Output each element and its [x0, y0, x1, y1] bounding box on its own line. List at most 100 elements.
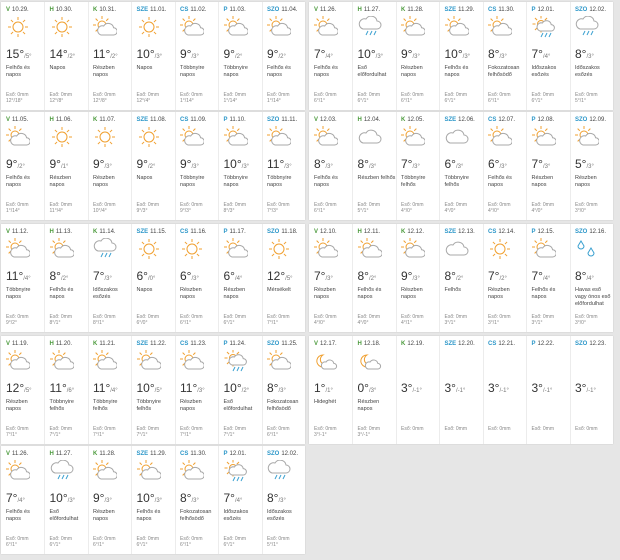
day-date: CS 12.14. [488, 229, 515, 235]
day-forecast-cell[interactable]: H 11.13. 8°/2° Felhős és napos Eső: 0mm 8… [45, 224, 89, 332]
day-forecast-cell[interactable]: H 12.04. 8°/3° Részben felhős Eső: 0mm 5°… [353, 112, 397, 220]
temperature: 10°/3° [224, 155, 250, 173]
high-temp: 10° [223, 381, 242, 395]
day-date: K 11.07. [93, 117, 116, 123]
day-forecast-cell[interactable]: H 10.30. 14°/2° Napos Eső: 0mm 12°/8° [45, 2, 89, 110]
day-forecast-cell[interactable]: SZO 11.04. 9°/2° Felhős és napos Eső: 0mm… [262, 2, 305, 110]
day-forecast-cell[interactable]: H 11.27. 10°/3° Eső előfordulhat Eső: 0mm… [353, 2, 397, 110]
date-label: 12.02. [281, 451, 299, 457]
day-forecast-cell[interactable]: P 12.22. 3°/-1° Eső: 0mm [527, 336, 571, 444]
day-forecast-cell[interactable]: SZE 11.29. 10°/3° Felhős és napos Eső: 0m… [440, 2, 484, 110]
day-forecast-cell[interactable]: V 11.12. 11°/4° Többnyire napos Eső: 0mm … [1, 224, 45, 332]
high-temp: 5° [575, 157, 587, 171]
low-temp: /3° [586, 54, 594, 60]
day-date: SZO 12.02. [575, 7, 606, 13]
day-forecast-cell[interactable]: P 11.03. 9°/2° Többnyire napos Eső: 0mm 1… [219, 2, 263, 110]
temp-range: 7°/1° [136, 432, 148, 438]
low-temp: /2° [455, 276, 464, 282]
low-temp: /3° [586, 164, 594, 170]
day-forecast-cell[interactable]: H 12.18. 0°/3° Részben napos Eső: 0mm 3°/… [353, 336, 397, 444]
forecast-week-panel: V 12.17. 1°/1° Hideghét Eső: 0mm 3°/-1° H… [309, 336, 613, 444]
forecast-week-panel: V 11.19. 12°/5° Részben napos Eső: 0mm 7°… [1, 336, 305, 444]
day-forecast-cell[interactable]: SZE 11.29. 10°/3° Felhős és napos Eső: 0m… [132, 446, 176, 554]
temp-range: 6°/1° [223, 542, 235, 548]
day-forecast-cell[interactable]: V 11.05. 9°/2° Felhős és napos Eső: 0mm 1… [1, 112, 45, 220]
date-label: 11.28. [407, 7, 424, 13]
date-label: 11.06. [55, 117, 73, 123]
empty-icon [575, 350, 599, 372]
day-forecast-cell[interactable]: H 11.06. 9°/1° Részben napos Eső: 0mm 11°… [45, 112, 89, 220]
weather-description: Időszakos esőzés [575, 65, 600, 78]
date-label: 12.15. [537, 229, 555, 235]
day-forecast-cell[interactable]: SZE 11.01. 10°/3° Napos Eső: 0mm 12°/4° [132, 2, 176, 110]
day-forecast-cell[interactable]: V 11.26. 7°/4° Felhős és napos Eső: 0mm 6… [309, 2, 353, 110]
day-forecast-cell[interactable]: CS 12.21. 3°/-1° Eső: 0mm [483, 336, 527, 444]
day-forecast-cell[interactable]: SZO 12.23. 3°/-1° Eső: 0mm [570, 336, 613, 444]
day-forecast-cell[interactable]: CS 11.02. 9°/3° Többnyire napos Eső: 0mm … [175, 2, 219, 110]
day-forecast-cell[interactable]: P 11.24. 10°/2° Eső előfordulhat Eső: 0mm… [219, 336, 263, 444]
date-label: 12.13. [458, 229, 475, 235]
weather-description: Felhős és napos [267, 65, 291, 78]
temperature: 1°/1° [314, 379, 333, 397]
day-forecast-cell[interactable]: V 12.17. 1°/1° Hideghét Eső: 0mm 3°/-1° [309, 336, 353, 444]
day-forecast-cell[interactable]: K 11.28. 9°/3° Részben napos Eső: 0mm 6°/… [396, 2, 440, 110]
day-date: SZO 12.09. [575, 117, 606, 123]
day-forecast-cell[interactable]: SZO 11.11. 11°/3° Többnyire napos Eső: 0m… [262, 112, 305, 220]
day-forecast-cell[interactable]: K 12.05. 7°/3° Többnyire felhős Eső: 0mm … [396, 112, 440, 220]
day-forecast-cell[interactable]: SZO 12.02. 8°/3° Időszakos esőzés Eső: 0m… [570, 2, 613, 110]
day-forecast-cell[interactable]: V 11.19. 12°/5° Részben napos Eső: 0mm 7°… [1, 336, 45, 444]
day-forecast-cell[interactable]: CS 11.16. 6°/3° Részben napos Eső: 0mm 6°… [175, 224, 219, 332]
day-forecast-cell[interactable]: SZO 12.02. 8°/3° Időszakos esőzés Eső: 0m… [262, 446, 305, 554]
day-forecast-cell[interactable]: SZE 11.15. 6°/0° Napos Eső: 0mm 6°/0° [132, 224, 176, 332]
day-forecast-cell[interactable]: SZE 12.06. 6°/3° Többnyire felhős Eső: 0m… [440, 112, 484, 220]
day-forecast-cell[interactable]: H 11.27. 10°/3° Eső előfordulhat Eső: 0mm… [45, 446, 89, 554]
day-forecast-cell[interactable]: SZE 12.20. 3°/-1° Eső: 0mm [440, 336, 484, 444]
day-forecast-cell[interactable]: SZO 11.25. 8°/3° Fokozatosan felhősödő Es… [262, 336, 305, 444]
day-forecast-cell[interactable]: P 11.10. 10°/3° Többnyire napos Eső: 0mm … [219, 112, 263, 220]
temperature: 9°/3° [401, 267, 420, 285]
partly-weather-icon [488, 126, 513, 148]
day-forecast-cell[interactable]: K 11.28. 9°/3° Részben napos Eső: 0mm 6°/… [88, 446, 132, 554]
day-forecast-cell[interactable]: SZO 12.09. 5°/3° Részben napos Eső: 0mm 3… [570, 112, 613, 220]
day-forecast-cell[interactable]: V 10.29. 15°/5° Felhős és napos Eső: 0mm … [1, 2, 45, 110]
temperature: 10°/3° [445, 45, 471, 63]
day-forecast-cell[interactable]: K 10.31. 11°/2° Részben napos Eső: 0mm 12… [88, 2, 132, 110]
day-forecast-cell[interactable]: CS 12.07. 6°/3° Felhős és napos Eső: 0mm … [483, 112, 527, 220]
day-forecast-cell[interactable]: SZE 12.13. 8°/2° Felhős Eső: 0mm 3°/1° [440, 224, 484, 332]
day-forecast-cell[interactable]: SZE 11.22. 10°/5° Többnyire felhős Eső: 0… [132, 336, 176, 444]
day-forecast-cell[interactable]: SZO 11.18. 12°/5° Mérsékelt Eső: 0mm 7°/1… [262, 224, 305, 332]
day-forecast-cell[interactable]: P 12.15. 7°/4° Felhős és napos Eső: 0mm 3… [527, 224, 571, 332]
date-label: 11.01. [150, 7, 167, 13]
day-forecast-cell[interactable]: K 11.07. 9°/3° Részben napos Eső: 0mm 10°… [88, 112, 132, 220]
day-forecast-cell[interactable]: P 12.08. 7°/3° Részben napos Eső: 0mm 4°/… [527, 112, 571, 220]
day-forecast-cell[interactable]: K 11.21. 11°/4° Többnyire felhős Eső: 0mm… [88, 336, 132, 444]
day-forecast-cell[interactable]: K 12.19. 3°/-1° Eső: 0mm [396, 336, 440, 444]
partly-weather-icon [401, 16, 426, 38]
day-forecast-cell[interactable]: K 12.12. 9°/3° Részben napos Eső: 0mm 4°/… [396, 224, 440, 332]
day-forecast-cell[interactable]: P 12.01. 7°/4° Időszakos esőzés Eső: 0mm … [527, 2, 571, 110]
day-forecast-cell[interactable]: P 11.17. 6°/4° Részben napos Eső: 0mm 6°/… [219, 224, 263, 332]
temperature: 7°/4° [532, 45, 551, 63]
day-forecast-cell[interactable]: CS 11.23. 11°/3° Részben napos Eső: 0mm 7… [175, 336, 219, 444]
day-forecast-cell[interactable]: V 11.26. 7°/4° Felhős és napos Eső: 0mm 6… [1, 446, 45, 554]
day-forecast-cell[interactable]: CS 11.09. 9°/3° Többnyire napos Eső: 0mm … [175, 112, 219, 220]
day-forecast-cell[interactable]: K 11.14. 7°/3° Időszakos esőzés Eső: 0mm … [88, 224, 132, 332]
day-forecast-cell[interactable]: H 11.20. 11°/6° Többnyire felhős Eső: 0mm… [45, 336, 89, 444]
day-forecast-cell[interactable]: SZO 12.16. 8°/4° Havas eső vagy ónos eső … [570, 224, 613, 332]
day-forecast-cell[interactable]: SZE 11.08. 9°/2° Napos Eső: 0mm 9°/3° [132, 112, 176, 220]
temperature: 0°/3° [358, 379, 377, 397]
high-temp: 9° [136, 157, 148, 171]
day-forecast-cell[interactable]: CS 11.30. 8°/3° Fokozatosan felhősödő Eső… [175, 446, 219, 554]
low-temp: /3° [191, 498, 199, 504]
day-date: P 12.01. [532, 7, 555, 13]
day-forecast-cell[interactable]: H 12.11. 8°/2° Felhős és napos Eső: 0mm 4… [353, 224, 397, 332]
day-forecast-cell[interactable]: CS 11.30. 8°/3° Fokozatosan felhősödő Eső… [483, 2, 527, 110]
low-temp: /3° [499, 164, 507, 170]
day-forecast-cell[interactable]: CS 12.14. 7°/2° Részben napos Eső: 0mm 3°… [483, 224, 527, 332]
day-name: SZO [575, 7, 588, 13]
day-forecast-cell[interactable]: V 12.03. 8°/3° Felhős és napos Eső: 0mm 6… [309, 112, 353, 220]
temperature: 11°/4° [93, 379, 118, 397]
temp-range: 6°/1° [314, 208, 325, 214]
day-forecast-cell[interactable]: P 12.01. 7°/4° Időszakos esőzés Eső: 0mm … [219, 446, 263, 554]
day-forecast-cell[interactable]: V 12.10. 7°/3° Részben napos Eső: 0mm 4°/… [309, 224, 353, 332]
